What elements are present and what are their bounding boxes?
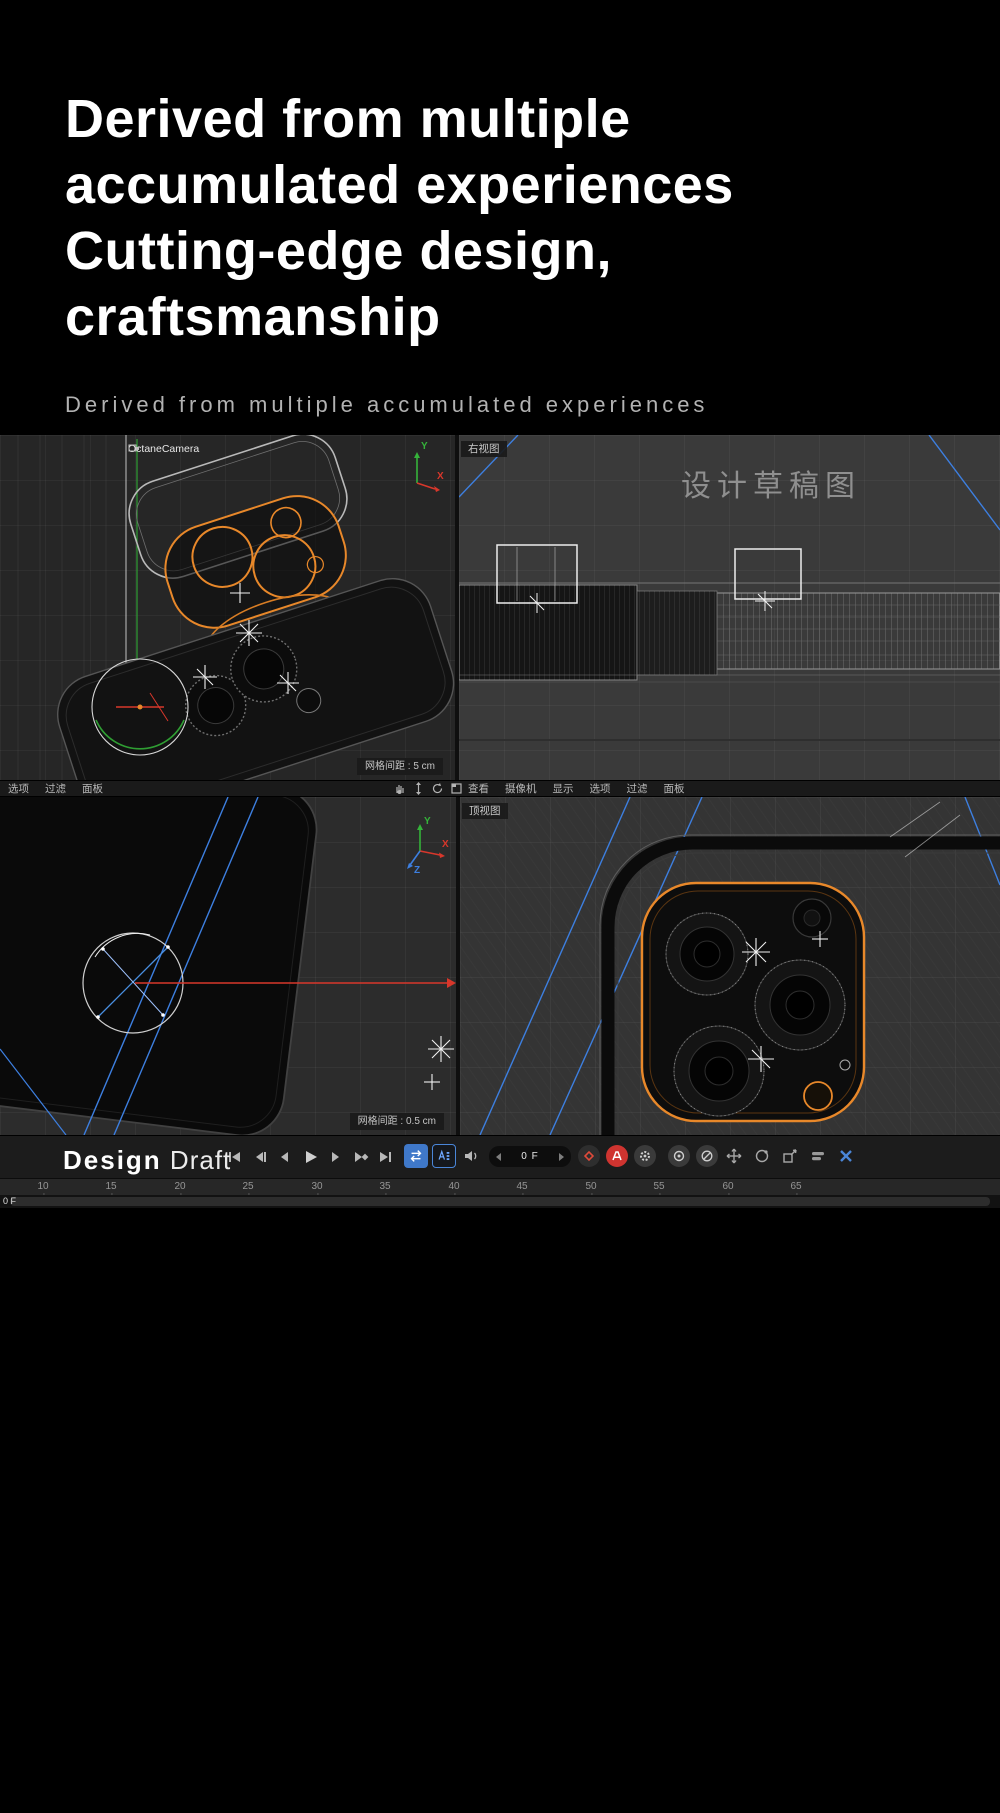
ruler-tick: 60 bbox=[722, 1181, 733, 1192]
viewport-front-view[interactable]: Y X Z 网格间距 : 0.5 cm bbox=[0, 797, 456, 1135]
menu-item-filter[interactable]: 过滤 bbox=[45, 782, 66, 796]
keying-buttons bbox=[578, 1145, 718, 1167]
page-title: Derived from multiple accumulated experi… bbox=[65, 86, 734, 350]
menu-item-panel[interactable]: 面板 bbox=[82, 782, 103, 796]
grid-spacing-note: 网格间距 : 0.5 cm bbox=[350, 1113, 444, 1130]
play-button[interactable] bbox=[299, 1145, 320, 1169]
camera-tag[interactable]: OctaneCamera bbox=[128, 443, 199, 455]
sound-toggle-button[interactable] bbox=[460, 1145, 482, 1167]
rotate-view-icon[interactable] bbox=[430, 781, 445, 796]
transport-controls bbox=[224, 1145, 395, 1169]
page: Derived from multiple accumulated experi… bbox=[0, 0, 1000, 1813]
axis-gizmo: Y X bbox=[401, 443, 447, 497]
viewport-right-view[interactable]: 右视图 设计草稿图 bbox=[459, 435, 1000, 780]
frame-value: 0 F bbox=[521, 1151, 538, 1162]
menu-item-panel[interactable]: 面板 bbox=[664, 782, 685, 796]
ruler-tick: 50 bbox=[585, 1181, 596, 1192]
axis-x-label: X bbox=[437, 471, 444, 482]
viewport-name[interactable]: 右视图 bbox=[461, 441, 507, 457]
c4d-editor: OctaneCamera Y X 网格间距 : 5 cm bbox=[0, 435, 1000, 1208]
menu-item-camera[interactable]: 摄像机 bbox=[505, 782, 537, 796]
record-objects-button[interactable] bbox=[668, 1145, 690, 1167]
axis-z-label: Z bbox=[414, 865, 420, 876]
ruler-tick: 65 bbox=[790, 1181, 801, 1192]
title-line: Derived from multiple bbox=[65, 86, 734, 152]
goto-end-button[interactable] bbox=[374, 1145, 395, 1169]
left-viewport-menu: 选项 过滤 面板 bbox=[8, 782, 103, 796]
ruler-tick: 10 bbox=[37, 1181, 48, 1192]
timeline-ruler[interactable]: 10 15 20 25 30 35 40 45 50 55 60 65 bbox=[0, 1178, 1000, 1195]
axis-gizmo: Y X Z bbox=[402, 819, 450, 877]
axis-y-label: Y bbox=[421, 441, 428, 452]
viewport-nav-icons bbox=[392, 781, 464, 796]
menu-item-options[interactable]: 选项 bbox=[590, 782, 611, 796]
parameter-key-icon[interactable] bbox=[808, 1146, 828, 1166]
frame-decrement-icon[interactable] bbox=[496, 1153, 501, 1161]
axis-y-label: Y bbox=[424, 816, 431, 827]
ruler-tick: 20 bbox=[174, 1181, 185, 1192]
viewport-top-view[interactable]: 顶视图 bbox=[460, 797, 1000, 1135]
maximize-view-icon[interactable] bbox=[449, 781, 464, 796]
menu-item-filter[interactable]: 过滤 bbox=[627, 782, 648, 796]
grid-spacing-note: 网格间距 : 5 cm bbox=[357, 758, 443, 775]
animation-toolbar: Design Draft bbox=[0, 1135, 1000, 1178]
record-keyframe-button[interactable] bbox=[578, 1145, 600, 1167]
keying-settings-button[interactable] bbox=[634, 1145, 656, 1167]
ruler-tick: 35 bbox=[379, 1181, 390, 1192]
autokey-mode-button[interactable] bbox=[432, 1144, 456, 1168]
menu-item-options[interactable]: 选项 bbox=[8, 782, 29, 796]
ruler-tick: 15 bbox=[105, 1181, 116, 1192]
watermark-text: 设计草稿图 bbox=[681, 461, 861, 505]
title-line: accumulated experiences bbox=[65, 152, 734, 218]
viewport-name[interactable]: 顶视图 bbox=[462, 803, 508, 819]
position-key-icon[interactable] bbox=[724, 1146, 744, 1166]
page-subtitle: Derived from multiple accumulated experi… bbox=[65, 392, 708, 418]
viewport-perspective[interactable]: OctaneCamera Y X 网格间距 : 5 cm bbox=[0, 435, 455, 780]
menu-item-view[interactable]: 查看 bbox=[468, 782, 489, 796]
next-frame-button[interactable] bbox=[324, 1145, 345, 1169]
caption-light: Draft bbox=[170, 1145, 231, 1175]
range-bar[interactable] bbox=[10, 1197, 990, 1206]
camera-tag-icon bbox=[128, 443, 140, 453]
prev-key-button[interactable] bbox=[249, 1145, 270, 1169]
next-key-button[interactable] bbox=[349, 1145, 370, 1169]
ruler-tick: 55 bbox=[653, 1181, 664, 1192]
ruler-tick: 25 bbox=[242, 1181, 253, 1192]
x-axis-lock-icon[interactable] bbox=[836, 1146, 856, 1166]
ruler-tick: 40 bbox=[448, 1181, 459, 1192]
title-line: Cutting-edge design, bbox=[65, 218, 734, 284]
keyframe-presets-button[interactable] bbox=[696, 1145, 718, 1167]
current-frame-field[interactable]: 0 F bbox=[489, 1146, 571, 1167]
range-start-label: 0 F bbox=[3, 1196, 16, 1206]
dolly-icon[interactable] bbox=[411, 781, 426, 796]
menu-item-display[interactable]: 显示 bbox=[553, 782, 574, 796]
front-view-render bbox=[0, 797, 456, 1135]
autokey-toggle-button[interactable] bbox=[606, 1145, 628, 1167]
timeline-range-track[interactable]: 0 F bbox=[0, 1195, 1000, 1208]
loop-playback-button[interactable] bbox=[404, 1144, 428, 1168]
caption-bold: Design bbox=[63, 1145, 162, 1175]
design-draft-caption: Design Draft bbox=[63, 1145, 231, 1176]
pan-icon[interactable] bbox=[392, 781, 407, 796]
title-line: craftsmanship bbox=[65, 284, 734, 350]
prev-frame-button[interactable] bbox=[274, 1145, 295, 1169]
axis-x-label: X bbox=[442, 839, 449, 850]
ruler-tick: 45 bbox=[516, 1181, 527, 1192]
goto-start-button[interactable] bbox=[224, 1145, 245, 1169]
rotation-key-icon[interactable] bbox=[752, 1146, 772, 1166]
scale-key-icon[interactable] bbox=[780, 1146, 800, 1166]
right-viewport-menu: 查看 摄像机 显示 选项 过滤 面板 bbox=[468, 782, 685, 796]
frame-increment-icon[interactable] bbox=[559, 1153, 564, 1161]
top-view-render bbox=[460, 797, 1000, 1135]
key-filter-buttons bbox=[724, 1146, 856, 1166]
perspective-render bbox=[0, 435, 455, 780]
viewport-menu-bar: 选项 过滤 面板 查看 摄像机 bbox=[0, 780, 1000, 797]
ruler-tick: 30 bbox=[311, 1181, 322, 1192]
